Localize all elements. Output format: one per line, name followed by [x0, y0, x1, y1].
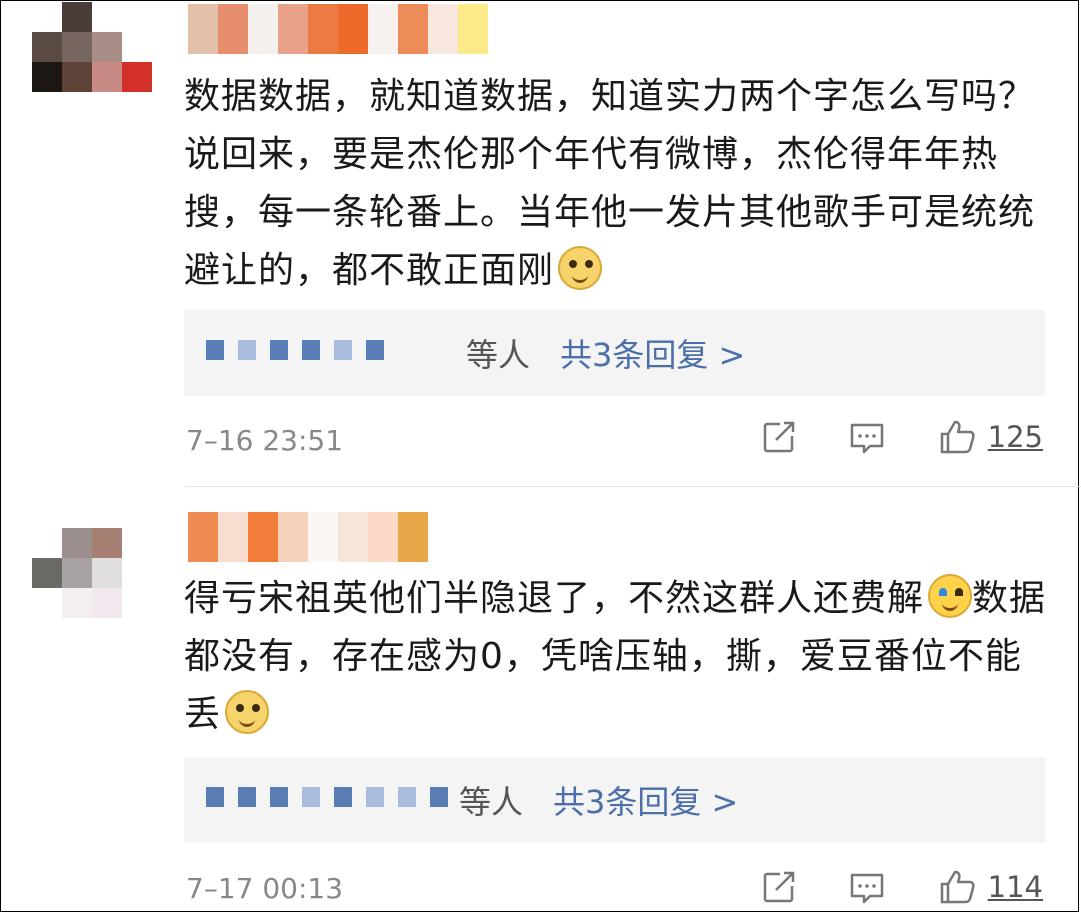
doge-icon — [225, 690, 270, 734]
avatar[interactable] — [32, 528, 152, 618]
thumbs-up-icon[interactable] — [938, 868, 976, 906]
comment-timestamp: 7–17 00:13 — [186, 872, 344, 905]
comment-actions: 114 — [760, 868, 1043, 906]
replies-box[interactable]: 等人 共3条回复 > — [184, 757, 1045, 843]
comment-icon[interactable] — [848, 868, 886, 906]
laugh-cry-icon — [928, 574, 973, 618]
comment-timestamp: 7–16 23:51 — [186, 424, 344, 457]
comment-text: 得亏宋祖英他们半隐退了，不然这群人还费解 数据都没有，存在感为0，凭啥压轴，撕，爱… — [184, 570, 1054, 744]
username-pixelated[interactable] — [188, 512, 428, 562]
view-replies-link[interactable]: 共3条回复 > — [553, 777, 738, 823]
share-icon[interactable] — [760, 868, 798, 906]
comment-item: 得亏宋祖英他们半隐退了，不然这群人还费解 数据都没有，存在感为0，凭啥压轴，撕，爱… — [0, 0, 1081, 905]
like-count[interactable]: 125 — [988, 420, 1043, 454]
replier-names-pixelated — [206, 787, 462, 807]
divider — [185, 486, 1081, 487]
replies-suffix: 等人 — [459, 783, 524, 821]
like-count[interactable]: 114 — [988, 870, 1043, 904]
